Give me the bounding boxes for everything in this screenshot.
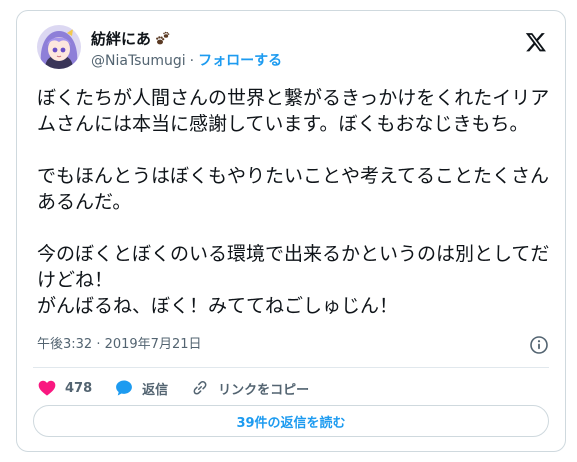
divider [33, 367, 549, 368]
tweet-paragraph-1: ぼくたちが人間さんの世界と繋がるきっかけをくれたイリアムさんには本当に感謝してい… [37, 87, 550, 135]
action-bar: 478 返信 リンクをコピー [37, 375, 309, 401]
speech-bubble-icon [116, 380, 133, 396]
read-replies-button[interactable]: 39件の返信を読む [33, 405, 549, 437]
avatar[interactable] [37, 25, 81, 69]
tweet-text: ぼくたちが人間さんの世界と繋がるきっかけをくれたイリアムさんには本当に感謝してい… [37, 85, 552, 319]
copy-link-button[interactable]: リンクをコピー [190, 378, 309, 398]
copy-link-label: リンクをコピー [218, 382, 310, 398]
paw-prints-icon [153, 30, 171, 48]
author-handle-row: @NiaTsumugi · フォローする [91, 52, 282, 70]
follow-button[interactable]: フォローする [198, 52, 282, 70]
tweet-paragraph-3: 今のぼくとぼくのいる環境で出来るかというのは別としてだけどね！ [37, 243, 550, 291]
info-icon[interactable] [529, 335, 549, 355]
author-display-name[interactable]: 紡絆にあ [91, 30, 151, 48]
like-count: 478 [65, 380, 93, 396]
heart-icon [38, 380, 56, 396]
reply-label: 返信 [142, 382, 169, 398]
author-handle[interactable]: @NiaTsumugi [91, 52, 186, 70]
author-name-row[interactable]: 紡絆にあ [91, 30, 171, 48]
tweet-card: 紡絆にあ @NiaTsumugi · フォローする ぼくたちが人間さんの世界と繋… [16, 10, 566, 452]
avatar-image [37, 25, 81, 69]
tweet-timestamp[interactable]: 午後3:32 · 2019年7月21日 [37, 336, 202, 354]
link-icon [193, 381, 207, 395]
like-button[interactable]: 478 [37, 378, 92, 398]
tweet-paragraph-4: がんばるね、ぼく！みててねごしゅじん！ [37, 295, 399, 317]
separator: · [189, 53, 195, 69]
tweet-paragraph-2: でもほんとうはぼくもやりたいことや考えてることたくさんあるんだ。 [37, 165, 550, 213]
reply-button[interactable]: 返信 [114, 378, 168, 398]
x-logo-icon[interactable] [525, 31, 547, 53]
